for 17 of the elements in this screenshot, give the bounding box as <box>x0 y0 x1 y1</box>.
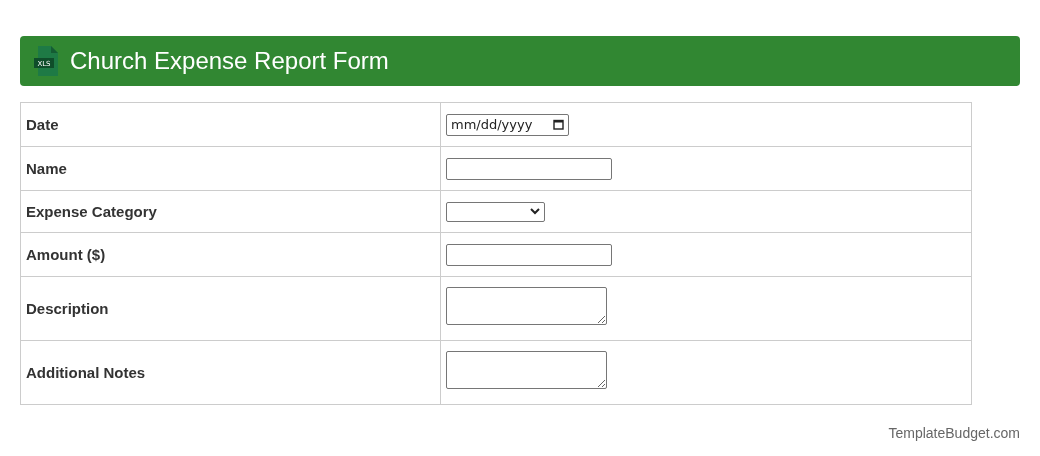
date-field[interactable]: mm/dd/yyyy <box>446 113 569 136</box>
site-credit: TemplateBudget.com <box>888 425 1020 441</box>
text-input[interactable] <box>446 243 612 266</box>
chevron-down-icon <box>530 208 540 215</box>
textarea-field[interactable] <box>446 287 607 325</box>
field-label: Expense Category <box>26 203 157 220</box>
date-placeholder: mm/dd/yyyy <box>451 117 533 132</box>
field-label: Name <box>26 160 67 177</box>
field-label: Date <box>26 116 59 133</box>
field-label: Amount ($) <box>26 246 106 263</box>
text-input[interactable] <box>446 157 612 180</box>
page-title: Church Expense Report Form <box>70 47 389 75</box>
field-label: Additional Notes <box>26 364 146 381</box>
textarea-field[interactable] <box>446 351 607 389</box>
field-label: Description <box>26 300 109 317</box>
dropdown-select[interactable] <box>446 201 545 222</box>
calendar-icon <box>553 119 564 130</box>
